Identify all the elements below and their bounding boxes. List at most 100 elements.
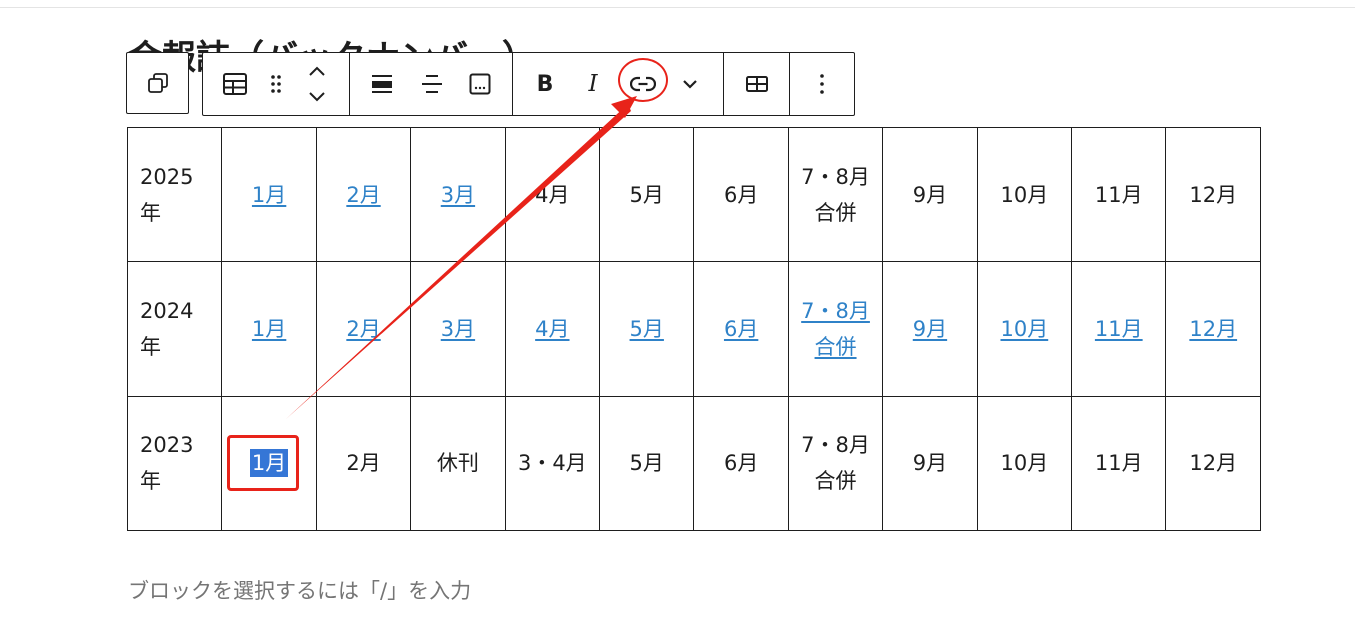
table-block-button[interactable] — [213, 53, 257, 115]
month-label: 10月 — [1000, 182, 1049, 207]
toolbar-divider — [723, 53, 724, 115]
options-button[interactable] — [801, 53, 843, 115]
month-cell[interactable]: 6月 — [693, 126, 789, 263]
month-label: 12月 — [1189, 182, 1238, 207]
month-cell[interactable]: 3月 — [410, 261, 506, 397]
month-link[interactable]: 3月 — [441, 317, 475, 341]
month-label: 3・4月 — [517, 451, 587, 476]
month-link[interactable]: 6月 — [724, 317, 758, 341]
italic-icon: I — [588, 71, 598, 97]
month-cell[interactable]: 7・8月合併 — [787, 126, 884, 263]
more-vertical-icon — [820, 74, 824, 94]
align-wide-icon — [372, 75, 392, 93]
month-label: 5月 — [629, 451, 664, 476]
table-icon — [223, 73, 247, 95]
month-cell[interactable]: 2月 — [315, 395, 412, 532]
edit-table-button[interactable] — [735, 53, 779, 115]
table-row: 2025年 1月 2月 3月 4月 5月 6月 7・8月合併 9月 10月 11月 12月 — [126, 126, 1261, 263]
month-link[interactable]: 7・8月合併 — [801, 299, 870, 359]
month-cell[interactable]: 11月 — [1071, 395, 1167, 532]
month-cell[interactable]: 休刊 — [410, 395, 506, 532]
bold-icon: B — [536, 71, 554, 97]
toolbar-divider — [512, 53, 513, 115]
month-link[interactable]: 1月 — [252, 317, 286, 341]
month-link[interactable]: 10月 — [1000, 317, 1048, 341]
year-cell[interactable]: 2024年 — [126, 261, 223, 397]
month-link[interactable]: 4月 — [535, 317, 569, 341]
block-toolbar: B I — [202, 52, 855, 116]
month-label: 休刊 — [436, 451, 479, 476]
month-cell[interactable]: 7・8月合併 — [787, 395, 884, 532]
month-label: 7・8月合併 — [801, 164, 870, 225]
month-label: 5月 — [629, 182, 664, 207]
caption-button[interactable] — [459, 53, 501, 115]
drag-handle-icon — [271, 75, 281, 93]
align-center-button[interactable] — [411, 53, 453, 115]
month-cell[interactable]: 4月 — [504, 126, 601, 263]
month-cell[interactable]: 10月 — [976, 126, 1073, 263]
move-up-down-button[interactable] — [297, 53, 337, 115]
chevron-down-icon — [683, 80, 697, 89]
month-cell[interactable]: 5月 — [599, 395, 695, 532]
month-cell[interactable]: 6月 — [693, 261, 789, 397]
month-link[interactable]: 9月 — [913, 317, 947, 341]
month-cell[interactable]: 11月 — [1071, 126, 1167, 263]
year-cell[interactable]: 2025年 — [126, 126, 223, 263]
month-label: 6月 — [723, 451, 759, 476]
block-transform-button[interactable] — [126, 52, 189, 114]
month-cell[interactable]: 3月 — [410, 126, 506, 263]
align-center-icon — [422, 75, 442, 93]
month-link[interactable]: 5月 — [630, 317, 664, 341]
toolbar-divider — [349, 53, 350, 115]
month-link[interactable]: 12月 — [1189, 317, 1237, 341]
month-link[interactable]: 1月 — [252, 183, 286, 207]
month-label: 10月 — [1000, 451, 1049, 476]
month-cell[interactable]: 1月 — [221, 126, 317, 263]
month-label: 2月 — [346, 451, 381, 476]
month-label: 9月 — [912, 182, 948, 207]
month-cell[interactable]: 12月 — [1165, 261, 1261, 397]
month-link[interactable]: 11月 — [1095, 317, 1143, 341]
italic-button[interactable]: I — [573, 53, 613, 115]
month-label: 12月 — [1189, 451, 1238, 476]
month-label: 9月 — [912, 451, 948, 476]
year-cell[interactable]: 2023年 — [126, 395, 223, 532]
block-transform-icon — [147, 73, 168, 93]
month-link[interactable]: 2月 — [346, 183, 380, 207]
month-cell[interactable]: 12月 — [1165, 126, 1261, 263]
month-cell[interactable]: 1月 — [221, 261, 317, 397]
bold-button[interactable]: B — [525, 53, 565, 115]
month-link[interactable]: 2月 — [346, 317, 380, 341]
top-divider — [0, 7, 1355, 8]
block-placeholder[interactable]: ブロックを選択するには「/」を入力 — [128, 575, 471, 605]
month-cell[interactable]: 11月 — [1071, 261, 1167, 397]
drag-handle[interactable] — [259, 53, 293, 115]
more-formats-button[interactable] — [673, 53, 707, 115]
caption-icon — [469, 73, 491, 95]
link-button-highlight-annotation — [618, 58, 668, 102]
align-wide-button[interactable] — [361, 53, 403, 115]
month-label: 11月 — [1094, 451, 1143, 476]
month-cell[interactable]: 9月 — [882, 395, 978, 532]
month-cell[interactable]: 3・4月 — [504, 395, 601, 532]
month-label: 7・8月合併 — [801, 433, 870, 494]
month-cell[interactable]: 7・8月合併 — [787, 261, 884, 397]
month-label: 6月 — [723, 182, 759, 207]
month-cell[interactable]: 5月 — [599, 126, 695, 263]
month-cell[interactable]: 2月 — [315, 126, 412, 263]
month-label: 4月 — [535, 182, 570, 207]
move-up-down-icon — [309, 66, 325, 102]
month-cell[interactable]: 10月 — [976, 395, 1073, 532]
month-cell[interactable]: 4月 — [504, 261, 601, 397]
edit-table-icon — [746, 76, 768, 92]
month-link[interactable]: 3月 — [441, 183, 475, 207]
month-cell[interactable]: 9月 — [882, 126, 978, 263]
month-cell[interactable]: 6月 — [693, 395, 789, 532]
month-label: 11月 — [1094, 182, 1143, 207]
month-cell[interactable]: 9月 — [882, 261, 978, 397]
toolbar-divider — [789, 53, 790, 115]
month-cell[interactable]: 5月 — [599, 261, 695, 397]
month-cell[interactable]: 10月 — [976, 261, 1073, 397]
month-cell[interactable]: 12月 — [1165, 395, 1261, 532]
month-cell[interactable]: 2月 — [315, 261, 412, 397]
